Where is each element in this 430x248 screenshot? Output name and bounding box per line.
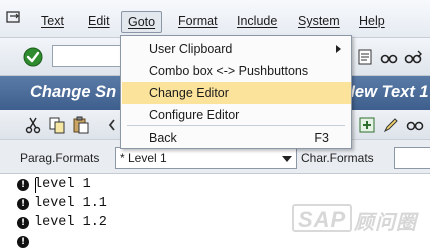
copy-icon[interactable]: [48, 116, 66, 134]
paragraph-marker-icon: !: [17, 179, 29, 191]
print-icon[interactable]: [356, 48, 374, 66]
editor-line-text[interactable]: level 1.2: [34, 215, 107, 230]
paragraph-marker-icon: !: [17, 217, 29, 229]
paste-icon[interactable]: [72, 116, 90, 134]
find-next-icon[interactable]: [404, 48, 422, 66]
page-title-continued: New Text 1: [343, 83, 429, 101]
menu-item-shortcut: F3: [314, 131, 329, 145]
menu-item-label: Combo box <-> Pushbuttons: [149, 64, 309, 78]
char-formats-label: Char.Formats: [301, 151, 374, 165]
editor-line-text[interactable]: level 1: [34, 177, 91, 192]
editor-line[interactable]: ! level 1.1: [0, 195, 300, 213]
editor-line[interactable]: !: [0, 233, 300, 248]
menu-item-label: User Clipboard: [149, 42, 233, 56]
paragraph-format-select[interactable]: * Level 1: [115, 147, 297, 169]
editor-line-text[interactable]: level 1.1: [34, 196, 107, 211]
menu-item-combo-box-pushbuttons[interactable]: Combo box <-> Pushbuttons: [122, 60, 351, 82]
menu-include[interactable]: Include: [237, 14, 277, 28]
menu-edit[interactable]: Edit: [88, 14, 110, 28]
menu-item-back[interactable]: Back F3: [122, 127, 351, 149]
menu-item-change-editor[interactable]: Change Editor: [122, 82, 351, 104]
menu-text[interactable]: Text: [41, 14, 64, 28]
menu-item-label: Back: [149, 131, 177, 145]
editor-line[interactable]: ! level 1: [0, 176, 300, 194]
submenu-arrow-icon: [336, 45, 341, 53]
menu-format[interactable]: Format: [178, 14, 218, 28]
menu-app-icon[interactable]: [6, 11, 24, 25]
watermark-brand: SAP: [292, 204, 353, 232]
text-cursor: [35, 178, 36, 193]
goto-dropdown-menu: User Clipboard Combo box <-> Pushbuttons…: [120, 35, 352, 149]
menu-item-label: Configure Editor: [149, 108, 240, 122]
paragraph-marker-icon: !: [17, 236, 29, 248]
menu-item-label: Change Editor: [149, 86, 229, 100]
watermark-suffix: 顾问圈: [354, 212, 417, 234]
page-title: Change Sn: [30, 83, 117, 101]
watermark-logo: SAP 顾问圈: [292, 204, 428, 234]
enter-check-icon[interactable]: [22, 46, 44, 68]
menu-item-user-clipboard[interactable]: User Clipboard: [122, 38, 351, 60]
pencil-icon[interactable]: [382, 116, 400, 134]
cut-icon[interactable]: [24, 116, 42, 134]
paragraph-format-value: * Level 1: [120, 151, 167, 165]
glasses-icon[interactable]: [406, 116, 424, 134]
menu-item-configure-editor[interactable]: Configure Editor: [122, 104, 351, 126]
paragraph-marker-icon: !: [17, 198, 29, 210]
find-icon[interactable]: [380, 48, 398, 66]
insert-row-icon[interactable]: [358, 116, 376, 134]
menu-goto[interactable]: Goto: [121, 11, 163, 33]
menu-system[interactable]: System: [298, 14, 340, 28]
character-format-select[interactable]: [394, 147, 430, 169]
menu-help[interactable]: Help: [359, 14, 385, 28]
menu-bar: Text Edit Goto Format Include System Hel…: [0, 0, 430, 38]
menu-separator: [127, 125, 345, 126]
parag-formats-label: Parag.Formats: [20, 151, 100, 165]
editor-line[interactable]: ! level 1.2: [0, 214, 300, 232]
dropdown-arrow-icon[interactable]: [282, 156, 292, 162]
